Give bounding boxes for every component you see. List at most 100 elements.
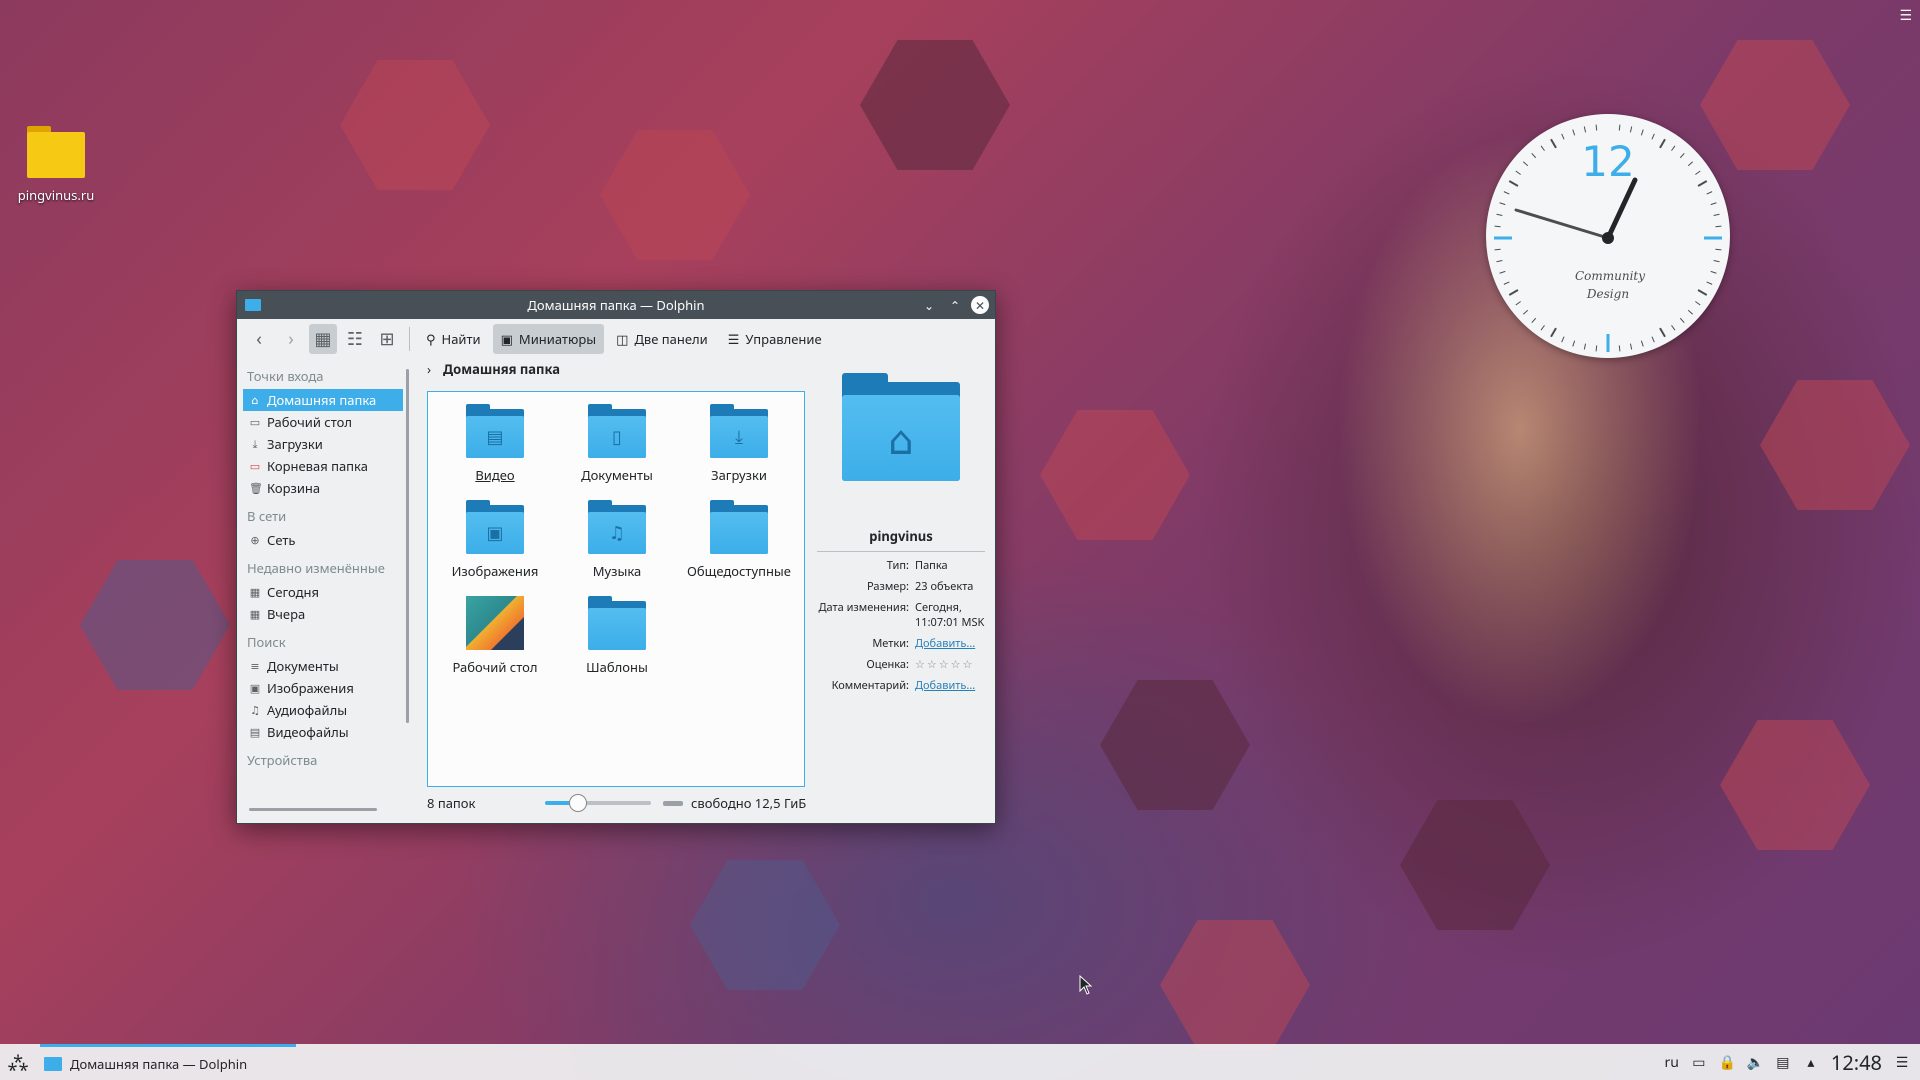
places-section-recent: Недавно изменённые: [247, 559, 385, 577]
folder-item-images[interactable]: ▣ Изображения: [440, 500, 550, 580]
places-item-root[interactable]: ▭ Корневая папка: [243, 455, 403, 477]
clock-tick: [1679, 317, 1685, 324]
wallpaper-hex: [80, 560, 230, 690]
clock-tick: [1494, 225, 1501, 228]
downloads-folder-icon: ⤓: [710, 404, 768, 458]
clipboard-icon[interactable]: ▤: [1775, 1053, 1791, 1072]
clock-tick: [1640, 129, 1644, 136]
chevron-right-icon[interactable]: ›: [427, 360, 431, 378]
find-label: Найти: [441, 330, 481, 348]
clock-tick: [1522, 309, 1529, 315]
places-item-network[interactable]: ⊕ Сеть: [243, 529, 403, 551]
folder-item-video[interactable]: ▤ Видео: [440, 404, 550, 484]
desktop-thumbnail-icon: [466, 596, 524, 650]
file-view[interactable]: ▤ Видео ▯ Документы ⤓ Загрузки ▣ Изображ…: [427, 391, 805, 787]
task-label: Домашняя папка — Dolphin: [70, 1054, 248, 1073]
add-comment-link[interactable]: Добавить...: [915, 678, 985, 693]
places-item-downloads[interactable]: ⤓ Загрузки: [243, 433, 403, 455]
manage-button[interactable]: ☰ Управление: [720, 324, 830, 354]
split-icon: ◫: [616, 330, 629, 348]
folder-item-desktop[interactable]: Рабочий стол: [440, 596, 550, 676]
display-icon[interactable]: ▭: [1691, 1053, 1707, 1072]
public-folder-icon: [710, 500, 768, 554]
compact-view-icon[interactable]: ☷: [341, 324, 369, 354]
icons-view-icon[interactable]: ▦: [309, 324, 337, 354]
clock-tick: [1503, 281, 1510, 285]
music-folder-icon: ♫: [588, 500, 646, 554]
places-item-trash[interactable]: 🗑 Корзина: [243, 477, 403, 499]
folder-item-music[interactable]: ♫ Музыка: [562, 500, 672, 580]
clock-tick: [1540, 325, 1545, 331]
zoom-slider[interactable]: [545, 794, 651, 812]
expand-tray-icon[interactable]: ▴: [1803, 1053, 1819, 1072]
desktop-menu-icon[interactable]: ☰: [1899, 6, 1912, 25]
clock-tick: [1583, 126, 1587, 133]
places-item-search-audio[interactable]: ♫ Аудиофайлы: [243, 699, 403, 721]
thumbnails-button[interactable]: ▣ Миниатюры: [492, 324, 605, 354]
places-scrollbar[interactable]: [406, 369, 409, 723]
find-button[interactable]: ⚲ Найти: [418, 324, 489, 354]
back-icon[interactable]: ‹: [245, 324, 273, 354]
split-button[interactable]: ◫ Две панели: [608, 324, 716, 354]
dolphin-window[interactable]: Домашняя папка — Dolphin ⌄ ⌃ ✕ ‹ › ▦ ☷ ⊞…: [236, 290, 996, 824]
volume-icon[interactable]: 🔈: [1747, 1053, 1764, 1072]
calendar-icon: ▦: [249, 584, 261, 600]
folder-item-downloads[interactable]: ⤓ Загрузки: [684, 404, 794, 484]
rating-stars[interactable]: ☆☆☆☆☆: [915, 657, 985, 672]
panel-menu-icon[interactable]: ☰: [1894, 1053, 1910, 1072]
clock-tick: [1494, 248, 1501, 251]
forward-icon[interactable]: ›: [277, 324, 305, 354]
folder-item-documents[interactable]: ▯ Документы: [562, 404, 672, 484]
wallpaper-hex: [1040, 410, 1190, 540]
desktop-folder-icon[interactable]: pingvinus.ru: [14, 126, 98, 204]
minimize-icon[interactable]: ⌄: [919, 295, 939, 315]
add-tags-link[interactable]: Добавить...: [915, 636, 985, 651]
places-item-search-docs[interactable]: ≡ Документы: [243, 655, 403, 677]
desktop-icon: ▭: [249, 414, 261, 430]
clock-hour-hand: [1605, 177, 1638, 241]
clock-tick: [1715, 225, 1722, 228]
keyboard-layout[interactable]: ru: [1664, 1053, 1678, 1072]
zoom-slider-handle[interactable]: [568, 794, 587, 812]
dolphin-task-icon: [44, 1056, 62, 1071]
clock-tick: [1629, 126, 1633, 133]
details-view-icon[interactable]: ⊞: [373, 324, 401, 354]
information-panel: ⌂ pingvinus Тип: Папка Размер: 23 объекта …: [817, 359, 985, 759]
download-icon: ⤓: [252, 436, 258, 452]
breadcrumb[interactable]: › Домашняя папка: [427, 359, 560, 379]
taskbar-task-dolphin[interactable]: Домашняя папка — Dolphin: [40, 1044, 296, 1080]
clock-tick: [1697, 180, 1708, 187]
close-icon[interactable]: ✕: [971, 296, 989, 314]
breadcrumb-item[interactable]: Домашняя папка: [443, 360, 560, 378]
clock-tick: [1659, 327, 1666, 338]
places-item-search-video[interactable]: ▤ Видеофайлы: [243, 721, 403, 743]
clock-tick: [1595, 345, 1598, 352]
places-item-search-images[interactable]: ▣ Изображения: [243, 677, 403, 699]
clock-face: 12 Community Design: [1494, 124, 1722, 352]
system-tray: ru ▭ 🔒 🔈 ▤ ▴ 12:48 ☰: [1664, 1044, 1910, 1080]
taskbar-clock[interactable]: 12:48: [1831, 1049, 1882, 1076]
places-item-today[interactable]: ▦ Сегодня: [243, 581, 403, 603]
places-item-label: Загрузки: [267, 435, 323, 453]
wallpaper-hex: [1400, 800, 1550, 930]
places-item-desktop[interactable]: ▭ Рабочий стол: [243, 411, 403, 433]
folder-item-public[interactable]: Общедоступные: [684, 500, 794, 580]
clock-tick: [1687, 161, 1694, 167]
places-panel: Точки входа ⌂ Домашняя папка ▭ Рабочий сто…: [243, 359, 409, 821]
maximize-icon[interactable]: ⌃: [945, 295, 965, 315]
disk-usage-bar: [663, 800, 683, 806]
folder-item-templates[interactable]: Шаблоны: [562, 596, 672, 676]
titlebar[interactable]: Домашняя папка — Dolphin ⌄ ⌃ ✕: [237, 291, 995, 319]
clock-tick: [1572, 340, 1576, 347]
places-item-label: Сегодня: [267, 583, 320, 601]
places-item-home[interactable]: ⌂ Домашняя папка: [243, 389, 403, 411]
places-hscrollbar[interactable]: [249, 808, 377, 811]
clock-tick: [1583, 343, 1587, 350]
clock-tick: [1572, 129, 1576, 136]
clock-tick: [1515, 170, 1521, 175]
analog-clock-widget[interactable]: 12 Community Design: [1486, 114, 1730, 358]
lock-icon[interactable]: 🔒: [1719, 1053, 1736, 1072]
application-launcher-icon[interactable]: ⁂: [0, 1044, 36, 1080]
places-item-yesterday[interactable]: ▦ Вчера: [243, 603, 403, 625]
places-item-label: Документы: [267, 657, 339, 675]
